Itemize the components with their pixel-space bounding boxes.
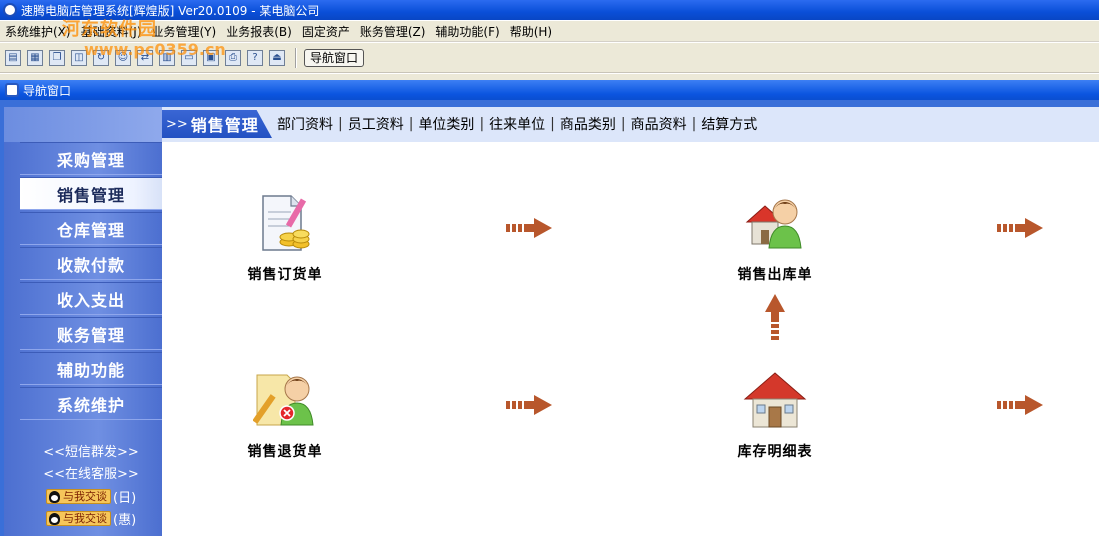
nav-window-button[interactable]: 导航窗口	[304, 48, 365, 67]
menu-reports[interactable]: 业务报表(B)	[221, 23, 297, 40]
sales-order-label: 销售订货单	[247, 267, 323, 283]
transfer-icon[interactable]: ⇄	[137, 49, 153, 66]
nav-window-icon	[5, 83, 19, 97]
qq-penguin-icon	[49, 490, 60, 503]
sales-order-icon	[253, 192, 317, 256]
flow-arrow-right-icon	[506, 218, 552, 238]
menu-accounting[interactable]: 账务管理(Z)	[355, 23, 431, 40]
qq-contact-name: (惠)	[113, 512, 137, 528]
qq-chat-badge[interactable]: 与我交谈	[46, 488, 111, 504]
sales-order-item[interactable]: 销售订货单	[225, 192, 345, 284]
quick-links: 部门资料 | 员工资料 | 单位类别 | 往来单位 | 商品类别 | 商品资料 …	[272, 110, 762, 138]
qq-contact-1[interactable]: 与我交谈 (日)	[46, 487, 137, 506]
menu-fixed-assets[interactable]: 固定资产	[297, 23, 355, 40]
flow-arrow-right-icon	[997, 218, 1043, 238]
help-icon[interactable]: ?	[247, 49, 263, 66]
sales-return-label: 销售退货单	[247, 444, 323, 460]
app-icon	[3, 3, 17, 17]
sales-return-icon	[252, 369, 317, 433]
link-products[interactable]: 商品资料	[626, 114, 692, 134]
link-settlement-methods[interactable]: 结算方式	[696, 114, 762, 134]
inventory-detail-label: 库存明细表	[737, 444, 813, 460]
printer-icon[interactable]: ⎙	[225, 49, 241, 66]
qq-chat-badge[interactable]: 与我交谈	[46, 510, 111, 526]
sidebar-item-warehouse[interactable]: 仓库管理	[20, 212, 162, 245]
qq-contact-2[interactable]: 与我交谈 (惠)	[46, 509, 137, 528]
refresh-icon[interactable]: ↻	[93, 49, 109, 66]
toolbar-separator	[295, 47, 297, 68]
online-service-link[interactable]: <<在线客服>>	[20, 463, 162, 482]
sidebar-item-income-expense[interactable]: 收入支出	[20, 282, 162, 315]
sidebar-item-system[interactable]: 系统维护	[20, 387, 162, 420]
menu-help[interactable]: 帮助(H)	[505, 23, 557, 40]
sidebar-header	[4, 107, 162, 142]
chart-icon[interactable]: ▥	[159, 49, 175, 66]
sidebar-item-accounting[interactable]: 账务管理	[20, 317, 162, 350]
sidebar-item-sales[interactable]: 销售管理	[20, 177, 162, 210]
sidebar-item-tools[interactable]: 辅助功能	[20, 352, 162, 385]
flow-arrow-right-icon	[506, 395, 552, 415]
sidebar-item-purchase[interactable]: 采购管理	[20, 142, 162, 175]
new-doc-icon[interactable]: ▤	[5, 49, 21, 66]
link-product-categories[interactable]: 商品类别	[555, 114, 621, 134]
toolbar: ▤ ▦ ❐ ◫ ↻ ☺ ⇄ ▥ ▭ ▣ ⎙ ? ⏏ 导航窗口	[0, 43, 1099, 73]
link-employees[interactable]: 员工资料	[343, 114, 409, 134]
sales-return-item[interactable]: 销售退货单	[225, 369, 345, 461]
module-title-tab: >> 销售管理	[162, 110, 272, 138]
window-title: 速腾电脑店管理系统[辉煌版] Ver20.0109 - 某电脑公司	[21, 3, 320, 18]
qq-contact-name: (日)	[113, 490, 137, 506]
qq-penguin-icon	[49, 512, 60, 525]
sales-outbound-icon	[743, 192, 807, 256]
link-unit-categories[interactable]: 单位类别	[413, 114, 479, 134]
menu-system[interactable]: 系统维护(X)	[0, 23, 76, 40]
title-bar: 速腾电脑店管理系统[辉煌版] Ver20.0109 - 某电脑公司	[0, 0, 1099, 20]
module-title: 销售管理	[190, 116, 259, 135]
link-departments[interactable]: 部门资料	[272, 114, 338, 134]
menu-bar: 系统维护(X) 基础资料(J) 业务管理(Y) 业务报表(B) 固定资产 账务管…	[0, 21, 1099, 42]
sidebar-item-receipts-payments[interactable]: 收款付款	[20, 247, 162, 280]
flow-arrow-up-icon	[765, 294, 785, 340]
menu-business[interactable]: 业务管理(Y)	[147, 23, 222, 40]
sales-outbound-label: 销售出库单	[737, 267, 813, 283]
nav-window-title: 导航窗口	[23, 83, 72, 98]
flow-arrow-right-icon	[997, 395, 1043, 415]
inventory-detail-item[interactable]: 库存明细表	[715, 369, 835, 461]
link-partners[interactable]: 往来单位	[484, 114, 550, 134]
window-icon[interactable]: ▭	[181, 49, 197, 66]
sales-outbound-item[interactable]: 销售出库单	[715, 192, 835, 284]
users-icon[interactable]: ☺	[115, 49, 131, 66]
sms-link[interactable]: <<短信群发>>	[20, 441, 162, 460]
inventory-detail-icon	[743, 369, 807, 433]
exit-icon[interactable]: ⏏	[269, 49, 285, 66]
nav-window-title-bar: 导航窗口	[0, 80, 1099, 100]
menu-tools[interactable]: 辅助功能(F)	[430, 23, 504, 40]
copy-icon[interactable]: ❐	[49, 49, 65, 66]
open-icon[interactable]: ▦	[27, 49, 43, 66]
menu-basic-data[interactable]: 基础资料(J)	[76, 23, 147, 40]
print-preview-icon[interactable]: ◫	[71, 49, 87, 66]
double-arrow-icon: >>	[166, 116, 188, 132]
save-icon[interactable]: ▣	[203, 49, 219, 66]
